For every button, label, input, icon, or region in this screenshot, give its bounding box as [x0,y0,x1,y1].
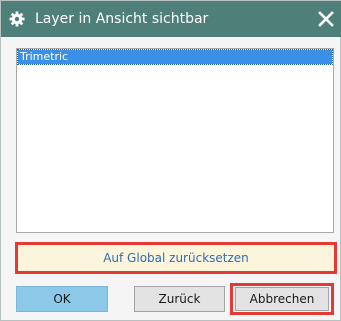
layer-visibility-dialog: Layer in Ansicht sichtbar Trimetric Auf … [0,0,341,321]
ok-button[interactable]: OK [16,286,108,312]
back-button[interactable]: Zurück [134,286,225,312]
title-bar[interactable]: Layer in Ansicht sichtbar [1,1,341,37]
cancel-highlight-frame: Abbrechen [230,283,334,315]
list-item-trimetric[interactable]: Trimetric [17,49,333,65]
close-icon[interactable] [316,9,336,29]
view-layer-list[interactable]: Trimetric [16,48,334,233]
gear-icon [9,11,25,27]
reset-to-global-button[interactable]: Auf Global zurücksetzen [15,242,337,274]
dialog-title: Layer in Ansicht sichtbar [35,11,209,27]
cancel-button[interactable]: Abbrechen [235,287,329,311]
